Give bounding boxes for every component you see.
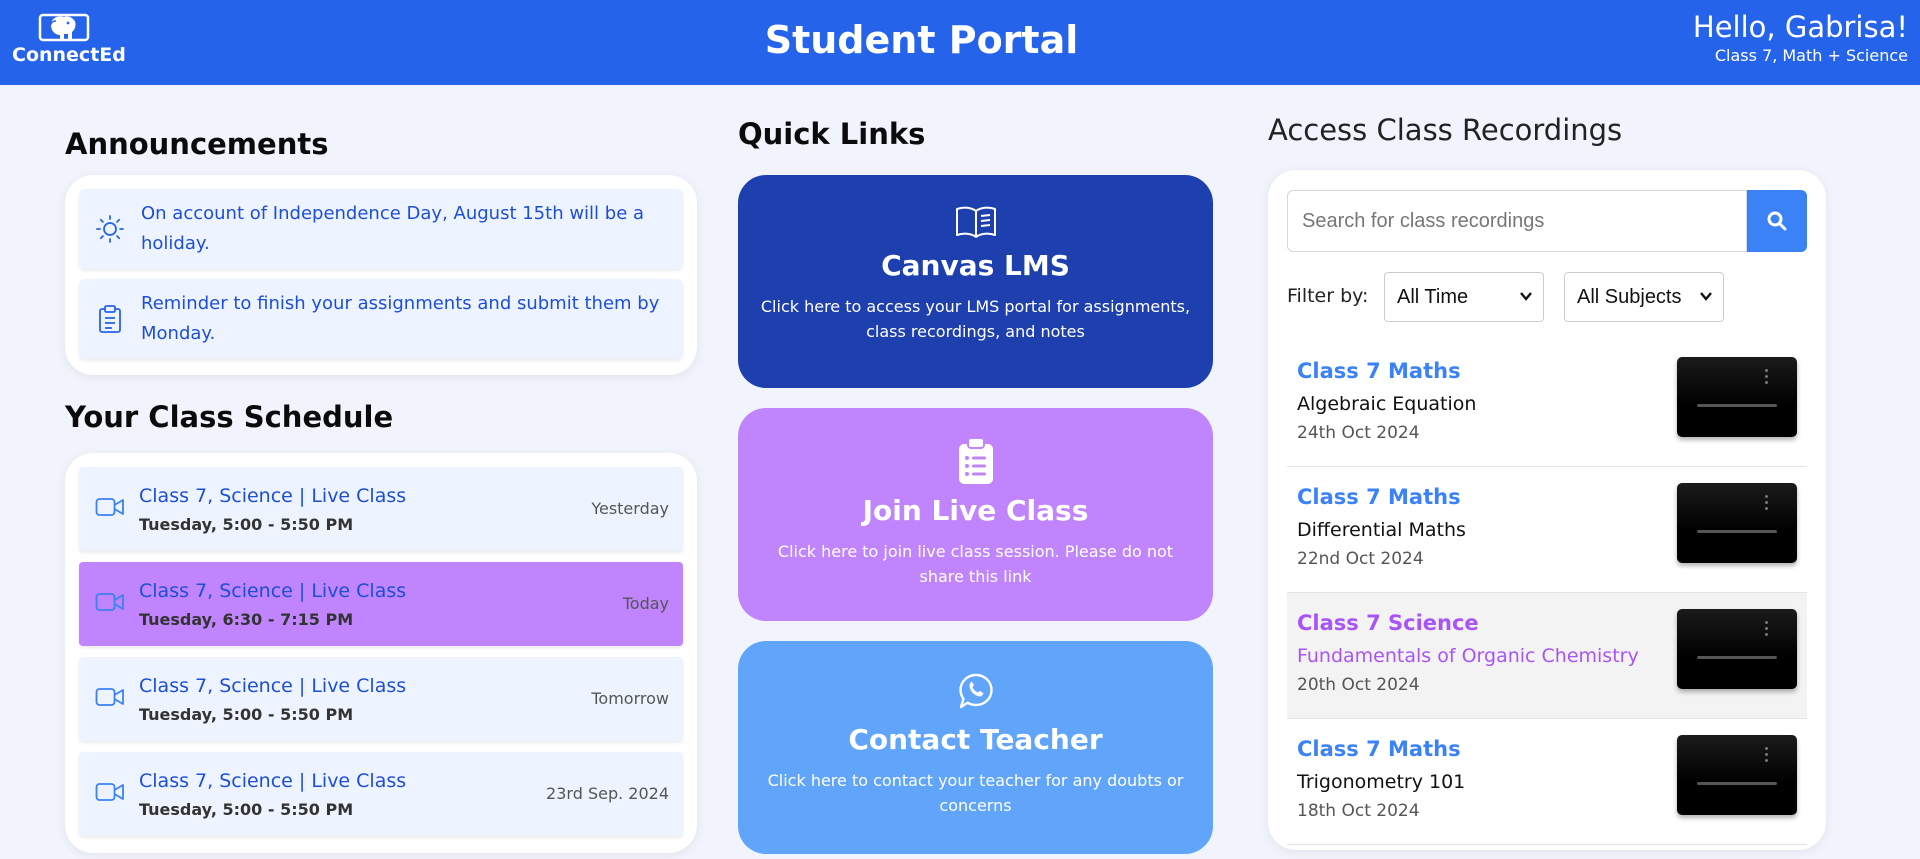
recordings-title: Access Class Recordings xyxy=(1268,113,1623,147)
canvas-lms-card[interactable]: Canvas LMS Click here to access your LMS… xyxy=(738,175,1213,388)
recording-topic: Algebraic Equation xyxy=(1297,393,1477,415)
recording-date: 22nd Oct 2024 xyxy=(1297,549,1424,569)
schedule-item[interactable]: Class 7, Science | Live Class Tuesday, 5… xyxy=(79,752,683,836)
schedule-item[interactable]: Class 7, Science | Live Class Tuesday, 5… xyxy=(79,657,683,741)
clipboard-list-icon xyxy=(958,438,993,484)
schedule-class-title: Class 7, Science | Live Class xyxy=(139,580,407,602)
book-icon xyxy=(955,206,996,238)
recording-date: 18th Oct 2024 xyxy=(1297,801,1420,821)
schedule-day: Tomorrow xyxy=(591,689,669,708)
video-camera-icon xyxy=(95,783,124,801)
recording-item-active[interactable]: Class 7 Science Fundamentals of Organic … xyxy=(1287,593,1807,719)
announcement-text: Reminder to finish your assignments and … xyxy=(141,293,660,344)
announcement-text: On account of Independence Day, August 1… xyxy=(141,203,645,254)
subject-filter-value: All Subjects xyxy=(1577,285,1682,308)
recording-topic: Differential Maths xyxy=(1297,519,1466,541)
top-header: ConnectEd Student Portal Hello, Gabrisa!… xyxy=(0,0,1920,85)
schedule-time: Tuesday, 5:00 - 5:50 PM xyxy=(139,800,354,819)
schedule-day: Today xyxy=(622,594,669,613)
quick-links-title: Quick Links xyxy=(738,117,926,151)
video-progress-bar xyxy=(1697,404,1777,407)
announcement-item[interactable]: Reminder to finish your assignments and … xyxy=(79,279,683,359)
clipboard-icon xyxy=(79,304,141,334)
filter-label: Filter by: xyxy=(1287,285,1369,307)
search-button[interactable] xyxy=(1747,190,1807,252)
announcements-panel: On account of Independence Day, August 1… xyxy=(65,175,697,375)
join-live-class-card[interactable]: Join Live Class Click here to join live … xyxy=(738,408,1213,621)
chevron-down-icon xyxy=(1520,292,1532,301)
card-description: Click here to contact your teacher for a… xyxy=(767,771,1184,815)
schedule-time: Tuesday, 6:30 - 7:15 PM xyxy=(139,610,354,629)
recording-topic: Fundamentals of Organic Chemistry xyxy=(1297,645,1639,667)
more-options-icon[interactable] xyxy=(1765,747,1769,765)
schedule-time: Tuesday, 5:00 - 5:50 PM xyxy=(139,515,354,534)
schedule-day: 23rd Sep. 2024 xyxy=(546,784,669,803)
schedule-class-title: Class 7, Science | Live Class xyxy=(139,675,407,697)
search-recordings-input[interactable] xyxy=(1287,190,1747,252)
announcement-item[interactable]: On account of Independence Day, August 1… xyxy=(79,189,683,269)
recording-topic: Trigonometry 101 xyxy=(1297,771,1466,793)
video-thumbnail[interactable] xyxy=(1677,357,1797,437)
subject-filter-select[interactable]: All Subjects xyxy=(1564,272,1724,322)
more-options-icon[interactable] xyxy=(1765,621,1769,639)
video-camera-icon xyxy=(95,498,124,516)
video-progress-bar xyxy=(1697,530,1777,533)
whatsapp-icon xyxy=(958,673,993,709)
recording-item[interactable]: Class 7 Maths Differential Maths 22nd Oc… xyxy=(1287,467,1807,593)
user-greeting: Hello, Gabrisa! Class 7, Math + Science xyxy=(1693,10,1908,65)
card-description: Click here to access your LMS portal for… xyxy=(760,297,1191,341)
contact-teacher-card[interactable]: Contact Teacher Click here to contact yo… xyxy=(738,641,1213,854)
card-title: Join Live Class xyxy=(862,494,1089,527)
schedule-item-active[interactable]: Class 7, Science | Live Class Tuesday, 6… xyxy=(79,562,683,646)
video-thumbnail[interactable] xyxy=(1677,735,1797,815)
recording-date: 24th Oct 2024 xyxy=(1297,423,1420,443)
schedule-class-title: Class 7, Science | Live Class xyxy=(139,770,407,792)
page-title: Student Portal xyxy=(764,18,1079,62)
recording-class: Class 7 Maths xyxy=(1297,485,1461,509)
video-camera-icon xyxy=(95,593,124,611)
video-progress-bar xyxy=(1697,782,1777,785)
recording-class: Class 7 Science xyxy=(1297,611,1479,635)
more-options-icon[interactable] xyxy=(1765,369,1769,387)
recording-date: 20th Oct 2024 xyxy=(1297,675,1420,695)
schedule-time: Tuesday, 5:00 - 5:50 PM xyxy=(139,705,354,724)
schedule-day: Yesterday xyxy=(591,499,669,518)
video-camera-icon xyxy=(95,688,124,706)
announcements-title: Announcements xyxy=(65,127,329,161)
video-thumbnail[interactable] xyxy=(1677,483,1797,563)
recording-class: Class 7 Maths xyxy=(1297,359,1461,383)
recording-item[interactable]: Class 7 Maths Trigonometry 101 18th Oct … xyxy=(1287,719,1807,845)
search-icon xyxy=(1767,211,1787,231)
user-class-info: Class 7, Math + Science xyxy=(1714,46,1908,65)
recording-item[interactable]: Class 7 Maths Algebraic Equation 24th Oc… xyxy=(1287,341,1807,467)
time-filter-value: All Time xyxy=(1397,285,1469,308)
more-options-icon[interactable] xyxy=(1765,495,1769,513)
card-description: Click here to join live class session. P… xyxy=(777,542,1174,586)
card-title: Canvas LMS xyxy=(881,249,1070,282)
time-filter-select[interactable]: All Time xyxy=(1384,272,1544,322)
schedule-panel: Class 7, Science | Live Class Tuesday, 5… xyxy=(65,453,697,853)
sun-icon xyxy=(79,214,141,244)
greeting-text: Hello, Gabrisa! xyxy=(1692,10,1908,44)
video-thumbnail[interactable] xyxy=(1677,609,1797,689)
schedule-class-title: Class 7, Science | Live Class xyxy=(139,485,407,507)
recording-class: Class 7 Maths xyxy=(1297,737,1461,761)
schedule-title: Your Class Schedule xyxy=(65,400,394,434)
video-progress-bar xyxy=(1697,656,1777,659)
schedule-item[interactable]: Class 7, Science | Live Class Tuesday, 5… xyxy=(79,467,683,551)
chevron-down-icon xyxy=(1700,292,1712,301)
card-title: Contact Teacher xyxy=(848,723,1103,756)
